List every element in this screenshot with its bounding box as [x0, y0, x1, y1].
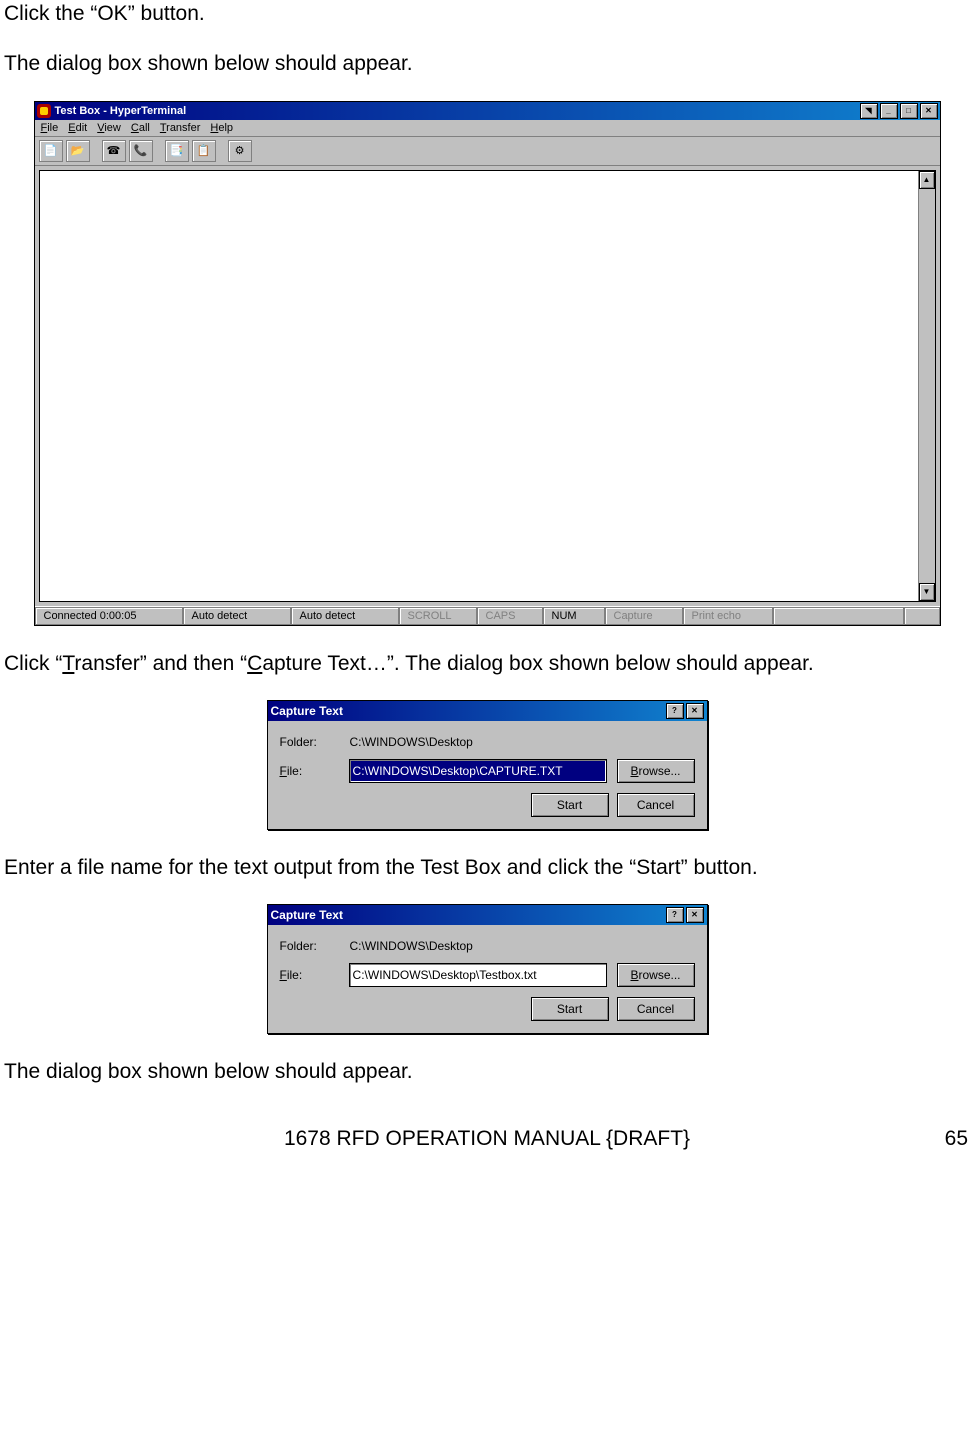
paragraph-5: The dialog box shown below should appear… — [0, 1058, 974, 1086]
window-title: Test Box - HyperTerminal — [55, 105, 187, 117]
menu-call[interactable]: Call — [131, 122, 150, 134]
toolbar-disconnect-icon[interactable]: 📞 — [129, 140, 153, 162]
minimize-button[interactable]: _ — [880, 103, 898, 119]
menu-view[interactable]: View — [97, 122, 121, 134]
scroll-down-icon[interactable]: ▼ — [919, 583, 935, 601]
help-button[interactable]: ? — [666, 907, 684, 923]
status-connected: Connected 0:00:05 — [35, 607, 183, 625]
file-label: File: — [280, 764, 339, 778]
dialog-titlebar: Capture Text ? ✕ — [268, 701, 707, 721]
menu-transfer[interactable]: Transfer — [160, 122, 201, 134]
browse-button[interactable]: Browse... — [617, 759, 695, 783]
status-printecho: Print echo — [683, 607, 773, 625]
dialog-titlebar: Capture Text ? ✕ — [268, 905, 707, 925]
titlebar: Test Box - HyperTerminal ◥ _ □ ✕ — [35, 102, 940, 120]
cancel-button[interactable]: Cancel — [617, 997, 695, 1021]
start-button[interactable]: Start — [531, 793, 609, 817]
status-num: NUM — [543, 607, 605, 625]
cancel-button[interactable]: Cancel — [617, 793, 695, 817]
file-input[interactable] — [349, 759, 607, 783]
status-capture: Capture — [605, 607, 683, 625]
file-label: File: — [280, 968, 339, 982]
status-autodetect-2: Auto detect — [291, 607, 399, 625]
help-button[interactable]: ? — [666, 703, 684, 719]
page-footer: 1678 RFD OPERATION MANUAL {DRAFT} 65 — [0, 1117, 974, 1151]
dialog-title: Capture Text — [271, 704, 343, 718]
folder-value: C:\WINDOWS\Desktop — [350, 939, 473, 953]
status-autodetect-1: Auto detect — [183, 607, 291, 625]
restore-down-button[interactable]: ◥ — [860, 103, 878, 119]
app-icon — [37, 104, 51, 118]
capture-text-dialog-2: Capture Text ? ✕ Folder: C:\WINDOWS\Desk… — [267, 904, 708, 1034]
capture-text-dialog-1: Capture Text ? ✕ Folder: C:\WINDOWS\Desk… — [267, 700, 708, 830]
toolbar-send-icon[interactable]: 📑 — [165, 140, 189, 162]
file-input[interactable] — [349, 963, 607, 987]
close-button[interactable]: ✕ — [686, 907, 704, 923]
statusbar: Connected 0:00:05 Auto detect Auto detec… — [35, 606, 940, 625]
page-number: 65 — [908, 1127, 968, 1151]
scroll-up-icon[interactable]: ▲ — [919, 171, 935, 189]
menubar: File Edit View Call Transfer Help — [35, 120, 940, 137]
dialog-title: Capture Text — [271, 908, 343, 922]
menu-edit[interactable]: Edit — [68, 122, 87, 134]
toolbar-open-icon[interactable]: 📂 — [66, 140, 90, 162]
doc-title: 1678 RFD OPERATION MANUAL {DRAFT} — [66, 1127, 908, 1151]
close-button[interactable]: ✕ — [920, 103, 938, 119]
paragraph-3: Click “Transfer” and then “Capture Text…… — [0, 650, 974, 678]
paragraph-1: Click the “OK” button. — [0, 0, 974, 28]
menu-file[interactable]: File — [41, 122, 59, 134]
browse-button[interactable]: Browse... — [617, 963, 695, 987]
folder-label: Folder: — [280, 735, 340, 749]
maximize-button[interactable]: □ — [900, 103, 918, 119]
start-button[interactable]: Start — [531, 997, 609, 1021]
toolbar-connect-icon[interactable]: ☎ — [102, 140, 126, 162]
status-caps: CAPS — [477, 607, 543, 625]
toolbar-new-icon[interactable]: 📄 — [39, 140, 63, 162]
toolbar: 📄 📂 ☎ 📞 📑 📋 ⚙ — [35, 137, 940, 166]
paragraph-4: Enter a file name for the text output fr… — [0, 854, 974, 882]
vertical-scrollbar[interactable]: ▲ ▼ — [918, 171, 935, 601]
resize-grip-icon[interactable] — [904, 607, 940, 625]
folder-value: C:\WINDOWS\Desktop — [350, 735, 473, 749]
close-button[interactable]: ✕ — [686, 703, 704, 719]
terminal-area[interactable] — [40, 171, 918, 601]
toolbar-properties-icon[interactable]: ⚙ — [228, 140, 252, 162]
paragraph-2: The dialog box shown below should appear… — [0, 50, 974, 78]
folder-label: Folder: — [280, 939, 340, 953]
status-scroll: SCROLL — [399, 607, 477, 625]
hyperterminal-window: Test Box - HyperTerminal ◥ _ □ ✕ File Ed… — [34, 101, 941, 626]
toolbar-receive-icon[interactable]: 📋 — [192, 140, 216, 162]
menu-help[interactable]: Help — [210, 122, 233, 134]
